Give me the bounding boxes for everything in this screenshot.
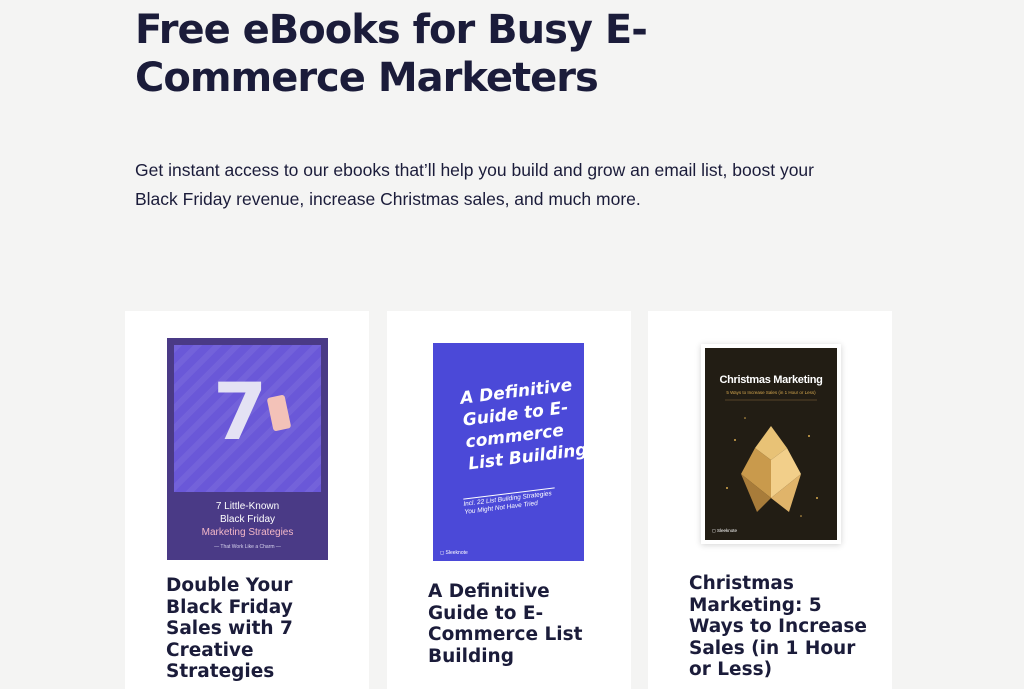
ebook-title[interactable]: Double Your Black Friday Sales with 7 Cr… — [166, 575, 346, 683]
cover-subtitle: — That Work Like a Charm — — [214, 544, 281, 550]
logo-text: Sleeknote — [445, 550, 468, 556]
ebook-card-black-friday[interactable]: 7 7 Little-Known Black Friday Marketing … — [125, 311, 369, 689]
cover-heading: A Definitive Guide to E-commerce List Bu… — [459, 375, 584, 475]
sleeknote-logo: ◻ Sleeknote — [712, 528, 738, 533]
cover-line-1: 7 Little-Known — [215, 501, 280, 512]
sleeknote-logo: ◻ Sleeknote — [440, 550, 468, 556]
ebook-cover-list-building[interactable]: A Definitive Guide to E-commerce List Bu… — [433, 343, 584, 561]
ebook-title[interactable]: A Definitive Guide to E-Commerce List Bu… — [428, 581, 608, 667]
ebook-card-christmas[interactable]: Christmas Marketing 5 Ways to Increase S… — [648, 311, 892, 689]
ebook-cover-black-friday[interactable]: 7 7 Little-Known Black Friday Marketing … — [167, 338, 328, 560]
cover-text: 7 Little-Known Black Friday Marketing St… — [167, 500, 328, 539]
gift-star-icon — [725, 399, 818, 517]
page-title: Free eBooks for Busy E-Commerce Marketer… — [135, 7, 648, 101]
ebook-cover-frame[interactable]: Christmas Marketing 5 Ways to Increase S… — [701, 344, 841, 544]
intro-text: Get instant access to our ebooks that’ll… — [135, 160, 814, 209]
cover-number: 7 — [213, 368, 268, 458]
logo-text: Sleeknote — [717, 528, 738, 533]
ebook-title[interactable]: Christmas Marketing: 5 Ways to Increase … — [689, 573, 869, 681]
ebook-cover-christmas: Christmas Marketing 5 Ways to Increase S… — [705, 348, 837, 540]
ebook-card-list-building[interactable]: A Definitive Guide to E-commerce List Bu… — [387, 311, 631, 689]
cover-line-3: Marketing Strategies — [201, 527, 294, 538]
cover-line-2: Black Friday — [219, 514, 275, 525]
